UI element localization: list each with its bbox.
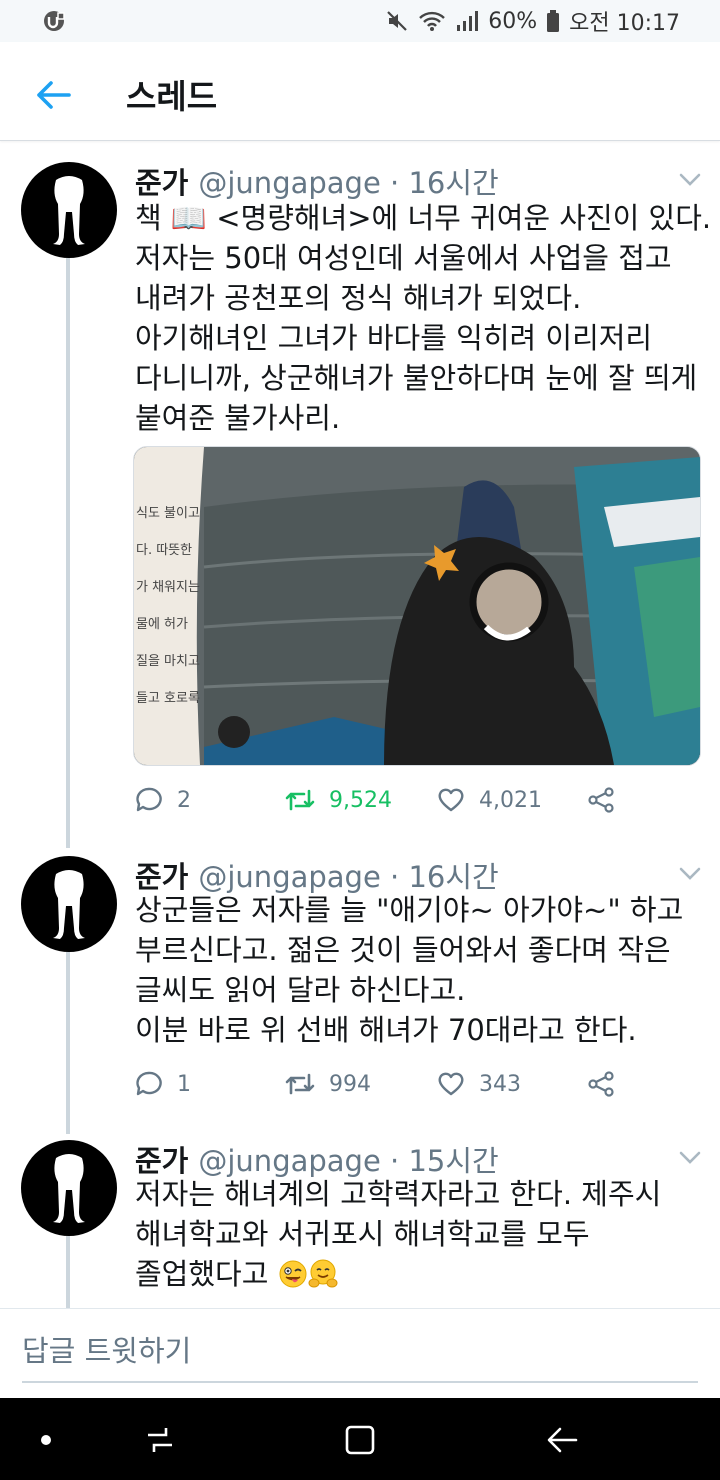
timestamp[interactable]: · 16시간 <box>390 860 499 894</box>
reply-icon <box>136 787 162 812</box>
tweet-line: 상군들은 저자를 늘 "애기야~ 아가야~" 하고 <box>135 893 684 927</box>
page-title: 스레드 <box>126 77 218 116</box>
tweet[interactable]: 준가 @jungapage · 16시간 책 📖 <명량해녀>에 너무 귀여운 사… <box>0 140 720 830</box>
tweet-line: 내려가 공천포의 정식 해녀가 되었다. <box>135 281 582 315</box>
tweet[interactable]: 준가 @jungapage · 15시간 저자는 해녀계의 고학력자라고 한다. … <box>0 1118 720 1308</box>
reply-button[interactable]: 2 <box>135 782 191 818</box>
chevron-down-icon[interactable] <box>678 1150 702 1166</box>
tweet-actions: 1 994 343 <box>135 1066 705 1102</box>
avatar[interactable] <box>21 1140 117 1236</box>
tweet-line: 다니니까, 상군해녀가 불안하다며 눈에 잘 띄게 <box>135 361 698 395</box>
book-line: 물에 허가 <box>136 617 188 632</box>
reply-count: 1 <box>177 1071 191 1097</box>
avatar-legs-icon <box>53 870 85 939</box>
back-nav-button[interactable] <box>540 1418 584 1462</box>
chevron-down-icon[interactable] <box>678 172 702 188</box>
battery-percent: 60% <box>488 8 538 34</box>
mute-icon <box>387 11 407 31</box>
retweet-button[interactable]: 994 <box>285 1066 371 1102</box>
handle[interactable]: @jungapage <box>198 1144 380 1178</box>
tweet-line: 저자는 해녀계의 고학력자라고 한다. 제주시 <box>135 1177 662 1211</box>
back-arrow-icon <box>547 1427 578 1453</box>
arrow-left-icon <box>37 81 71 109</box>
recent-apps-icon <box>148 1428 172 1452</box>
retweet-icon <box>285 1073 315 1095</box>
dot-icon <box>41 1435 51 1445</box>
home-square-icon <box>345 1425 375 1455</box>
status-bar: 60% 오전 10:17 <box>0 0 720 42</box>
avatar-legs-icon <box>53 176 85 245</box>
tweet-photo[interactable]: 식도 불이고, 다. 따뜻한 가 채워지는 물에 허가 질을 마치고 들고 호로… <box>133 446 701 766</box>
tweet-line: 붙여준 불가사리. <box>135 401 341 435</box>
handle[interactable]: @jungapage <box>198 860 380 894</box>
book-line: 들고 호로록 <box>136 691 200 706</box>
home-button[interactable] <box>338 1418 382 1462</box>
tweet-line: 이분 바로 위 선배 해녀가 70대라고 한다. <box>135 1013 637 1047</box>
winking-tongue-face-icon <box>279 1260 307 1288</box>
signal-icon <box>457 11 479 31</box>
avatar[interactable] <box>21 162 117 258</box>
tweet-line: 부르신다고. 젊은 것이 들어와서 좋다며 작은 <box>135 933 671 967</box>
reply-count: 2 <box>177 787 191 813</box>
heart-icon <box>438 1072 464 1096</box>
tweet-line-text: 졸업했다고 <box>135 1257 269 1291</box>
timestamp[interactable]: · 15시간 <box>390 1144 499 1178</box>
hugging-face-icon <box>308 1259 338 1288</box>
avatar[interactable] <box>21 856 117 952</box>
reply-icon <box>136 1071 162 1096</box>
retweet-count: 994 <box>329 1071 371 1097</box>
like-count: 343 <box>479 1071 521 1097</box>
retweet-icon <box>285 789 315 811</box>
tweet-text: 상군들은 저자를 늘 "애기야~ 아가야~" 하고 부르신다고. 젊은 것이 들… <box>135 890 705 1050</box>
reply-input[interactable]: 답글 트윗하기 <box>22 1321 698 1383</box>
book-line: 다. 따뜻한 <box>136 543 193 558</box>
app-header: 스레드 <box>0 42 720 141</box>
reply-bar: 답글 트윗하기 <box>0 1308 720 1399</box>
like-button[interactable]: 343 <box>437 1066 521 1102</box>
app-notification-icon <box>44 11 65 31</box>
like-count: 4,021 <box>479 787 542 813</box>
nav-dot-button[interactable] <box>24 1418 68 1462</box>
share-button[interactable] <box>587 782 615 818</box>
like-button[interactable]: 4,021 <box>437 782 542 818</box>
tweet-line: 글씨도 읽어 달라 하신다고. <box>135 973 466 1007</box>
retweet-button[interactable]: 9,524 <box>285 782 392 818</box>
book-line: 가 채워지는 <box>136 580 200 595</box>
book-line: 식도 불이고, <box>136 506 200 521</box>
retweet-count: 9,524 <box>329 787 392 813</box>
display-name[interactable]: 준가 <box>135 1144 188 1178</box>
avatar-legs-icon <box>53 1154 85 1223</box>
recent-apps-button[interactable] <box>138 1418 182 1462</box>
tweet-text: 책 📖 <명량해녀>에 너무 귀여운 사진이 있다. 저자는 50대 여성인데 … <box>135 198 712 438</box>
timestamp[interactable]: · 16시간 <box>390 166 499 200</box>
tweet-line: 아기해녀인 그녀가 바다를 익히려 이리저리 <box>135 321 653 355</box>
battery-icon <box>547 10 560 32</box>
tweet-line: 졸업했다고 <box>135 1254 705 1294</box>
tweet-text: 저자는 해녀계의 고학력자라고 한다. 제주시 해녀학교와 서귀포시 해녀학교를… <box>135 1174 705 1294</box>
wifi-icon <box>419 11 446 31</box>
share-icon <box>588 1071 614 1097</box>
book-line: 질을 마치고 <box>136 654 200 669</box>
clock: 오전 10:17 <box>569 11 680 36</box>
haenyeo-photo <box>134 447 700 765</box>
back-button[interactable] <box>30 72 76 118</box>
display-name[interactable]: 준가 <box>135 166 188 200</box>
tweet[interactable]: 준가 @jungapage · 16시간 상군들은 저자를 늘 "애기야~ 아가야… <box>0 834 720 1124</box>
tweet-line: 책 📖 <명량해녀>에 너무 귀여운 사진이 있다. <box>135 201 712 235</box>
share-button[interactable] <box>587 1066 615 1102</box>
handle[interactable]: @jungapage <box>198 166 380 200</box>
display-name[interactable]: 준가 <box>135 860 188 894</box>
reply-button[interactable]: 1 <box>135 1066 191 1102</box>
tweet-line: 해녀학교와 서귀포시 해녀학교를 모두 <box>135 1217 590 1251</box>
system-nav-bar <box>0 1398 720 1480</box>
chevron-down-icon[interactable] <box>678 866 702 882</box>
tweet-meta: 준가 @jungapage · 16시간 <box>135 160 499 202</box>
book-page-text: 식도 불이고, 다. 따뜻한 가 채워지는 물에 허가 질을 마치고 들고 호로… <box>136 495 200 717</box>
share-icon <box>588 787 614 813</box>
tweet-actions: 2 9,524 4,021 <box>135 782 705 818</box>
heart-icon <box>438 788 464 812</box>
tweet-line: 저자는 50대 여성인데 서울에서 사업을 접고 <box>135 241 672 275</box>
